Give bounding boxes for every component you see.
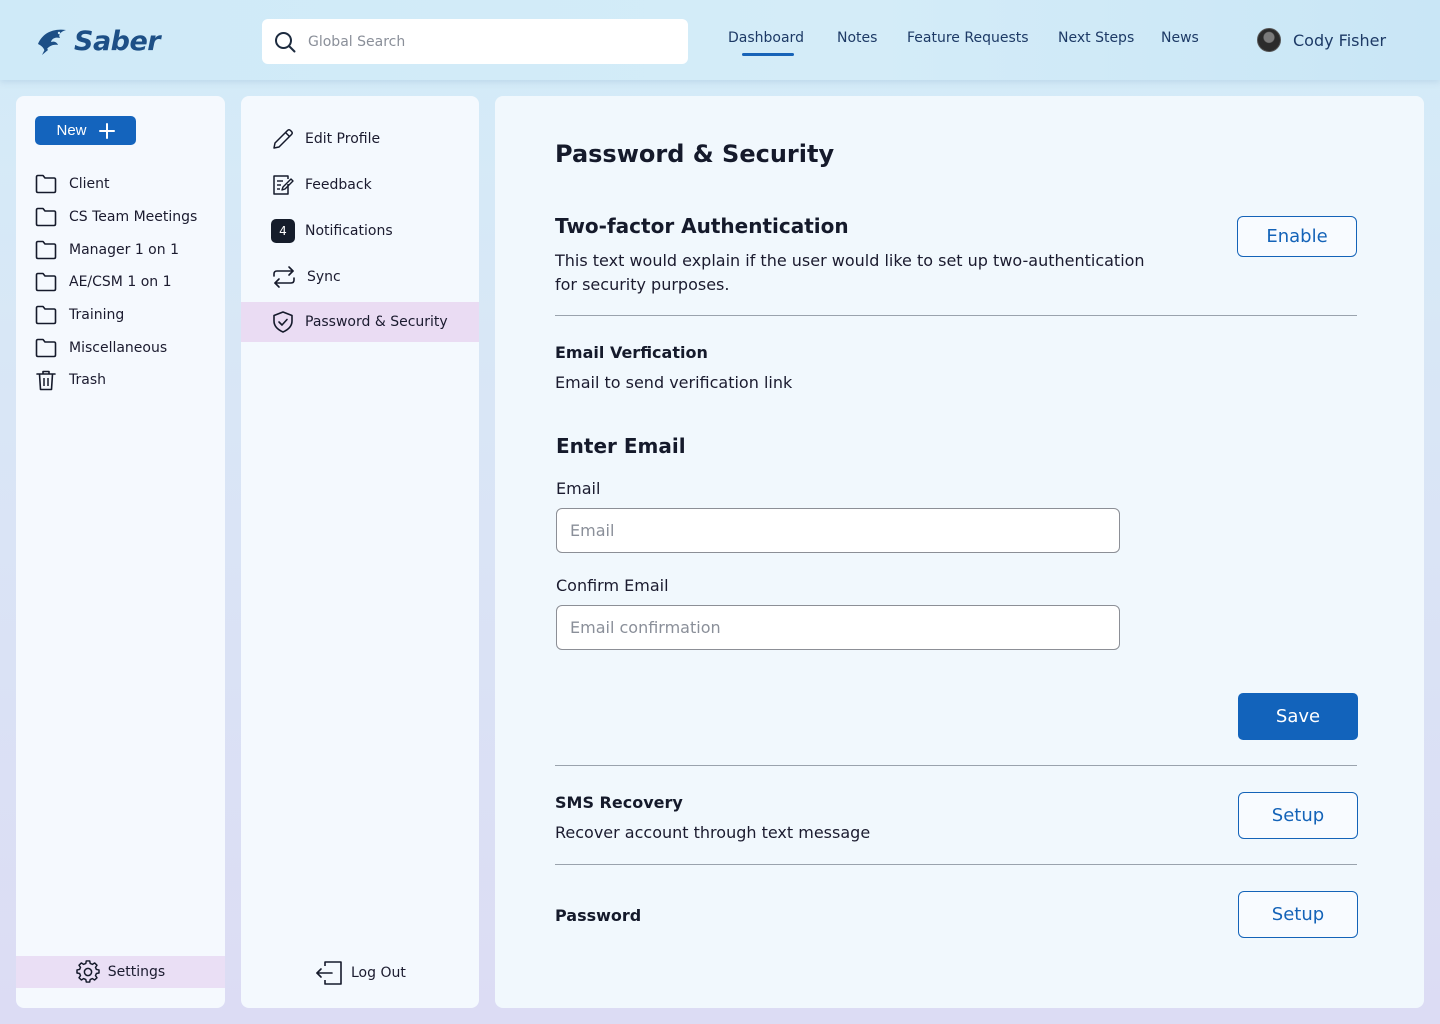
settings-label: Settings [107, 964, 166, 980]
folders-sidebar: New Client CS Team Meetings Manager 1 on… [16, 96, 225, 1008]
folder-icon [35, 273, 57, 292]
page-title: Password & Security [555, 140, 835, 168]
search-icon [275, 31, 296, 52]
folder-item-manager-1-on-1[interactable]: Manager 1 on 1 [35, 233, 197, 266]
folder-item-training[interactable]: Training [35, 299, 197, 332]
settings-menu: Edit Profile Feedback 4 Notifications Sy… [241, 96, 479, 1008]
user-menu[interactable]: Cody Fisher [1257, 28, 1386, 52]
folder-label: Training [69, 307, 125, 324]
settings-button[interactable]: Settings [16, 956, 225, 988]
folder-item-ae-csm-1-on-1[interactable]: AE/CSM 1 on 1 [35, 266, 197, 299]
folder-label: Trash [69, 372, 106, 389]
settings-menu-list: Edit Profile Feedback 4 Notifications Sy… [241, 116, 479, 342]
menu-item-feedback[interactable]: Feedback [241, 162, 479, 208]
sms-recovery-description: Recover account through text message [555, 823, 871, 842]
top-bar: Saber Dashboard Notes Feature Requests N… [0, 0, 1440, 80]
email-verification-heading: Email Verfication [555, 343, 708, 362]
shield-check-icon [273, 311, 293, 333]
menu-item-label: Password & Security [305, 314, 448, 330]
folder-label: Miscellaneous [69, 339, 168, 356]
sync-icon [273, 266, 295, 288]
global-search[interactable] [262, 19, 688, 64]
new-button[interactable]: New [35, 116, 136, 145]
divider [555, 315, 1357, 316]
search-input[interactable] [308, 33, 648, 50]
folder-icon [35, 305, 57, 325]
saber-logo-icon [38, 29, 66, 55]
menu-item-edit-profile[interactable]: Edit Profile [241, 116, 479, 162]
folder-icon [35, 207, 57, 227]
email-field[interactable] [556, 508, 1120, 553]
gear-icon [76, 960, 100, 983]
folder-item-miscellaneous[interactable]: Miscellaneous [35, 331, 197, 364]
confirm-email-label: Confirm Email [556, 576, 669, 595]
menu-item-label: Sync [307, 269, 341, 285]
logo[interactable]: Saber [36, 24, 161, 58]
sms-setup-button[interactable]: Setup [1238, 792, 1358, 839]
two-factor-description-line2: for security purposes. [555, 275, 730, 294]
password-setup-button[interactable]: Setup [1238, 891, 1358, 938]
email-verification-description: Email to send verification link [555, 373, 793, 392]
two-factor-heading: Two-factor Authentication [555, 214, 849, 238]
nav-notes[interactable]: Notes [837, 30, 877, 46]
menu-item-password-security[interactable]: Password & Security [241, 302, 479, 342]
nav-dashboard[interactable]: Dashboard [728, 30, 804, 46]
two-factor-description-line1: This text would explain if the user woul… [555, 251, 1145, 270]
sms-recovery-heading: SMS Recovery [555, 793, 683, 812]
menu-item-label: Notifications [305, 223, 393, 239]
menu-item-sync[interactable]: Sync [241, 254, 479, 300]
logout-icon [316, 961, 342, 985]
logo-text: Saber [74, 25, 161, 57]
folder-icon [35, 240, 57, 260]
folder-item-client[interactable]: Client [35, 168, 197, 201]
logout-button[interactable]: Log Out [315, 960, 406, 986]
confirm-email-field[interactable] [556, 605, 1120, 650]
folder-icon [35, 338, 57, 358]
divider [555, 765, 1357, 766]
plus-icon [98, 122, 115, 139]
folder-item-trash[interactable]: Trash [35, 364, 197, 397]
enable-two-factor-button[interactable]: Enable [1237, 216, 1357, 257]
email-label: Email [556, 479, 601, 498]
logout-label: Log Out [351, 965, 406, 981]
user-name[interactable]: Cody Fisher [1293, 31, 1386, 50]
nav-active-indicator [742, 53, 794, 56]
new-button-label: New [56, 122, 87, 139]
nav-news[interactable]: News [1161, 30, 1199, 46]
menu-item-label: Edit Profile [305, 131, 381, 147]
divider [555, 864, 1357, 865]
menu-item-notifications[interactable]: 4 Notifications [241, 208, 479, 254]
folder-icon [35, 175, 57, 194]
menu-item-label: Feedback [305, 177, 372, 193]
password-security-panel: Password & Security Two-factor Authentic… [495, 96, 1424, 1008]
password-heading: Password [555, 906, 642, 925]
folder-label: CS Team Meetings [69, 209, 198, 226]
avatar[interactable] [1257, 28, 1281, 52]
notification-count-badge: 4 [271, 219, 295, 243]
folder-item-cs-team-meetings[interactable]: CS Team Meetings [35, 201, 197, 234]
nav-feature-requests[interactable]: Feature Requests [907, 30, 1029, 46]
pencil-icon [273, 129, 293, 149]
nav-next-steps[interactable]: Next Steps [1058, 30, 1134, 46]
folder-label: AE/CSM 1 on 1 [69, 274, 172, 291]
enter-email-heading: Enter Email [556, 434, 686, 458]
feedback-icon [273, 175, 294, 195]
save-button[interactable]: Save [1238, 693, 1358, 740]
folder-label: Manager 1 on 1 [69, 241, 179, 258]
trash-icon [36, 371, 56, 391]
folder-label: Client [69, 176, 110, 193]
folder-list: Client CS Team Meetings Manager 1 on 1 A… [35, 168, 197, 397]
